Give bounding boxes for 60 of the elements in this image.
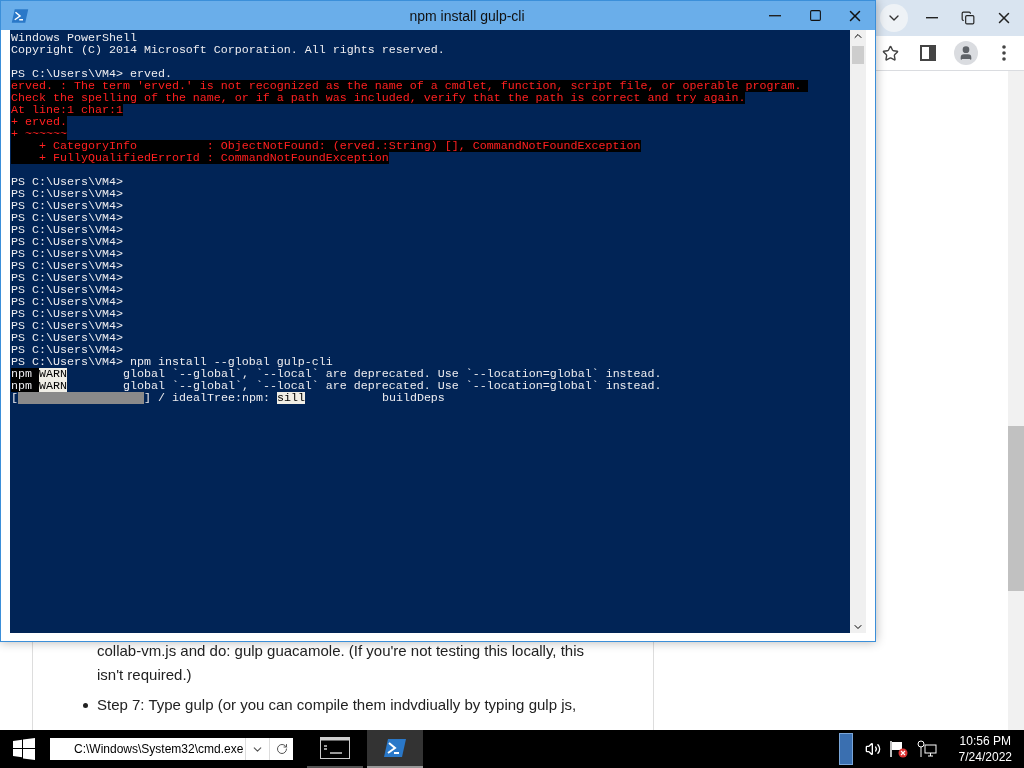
console-line: Windows PowerShell (11, 32, 137, 44)
console-line: PS C:\Users\VM4> (11, 296, 123, 308)
side-panel-icon (920, 45, 936, 61)
restore-icon (961, 11, 975, 25)
console-line: PS C:\Users\VM4> npm install --global gulp-cli (11, 356, 333, 368)
warn-tag: WARN (39, 368, 67, 380)
tray-button[interactable] (838, 733, 853, 765)
console-line: PS C:\Users\VM4> (11, 284, 123, 296)
minimize-icon (769, 14, 781, 17)
console-line: PS C:\Users\VM4> (11, 248, 123, 260)
npm-prefix: npm (11, 380, 39, 392)
person-icon (958, 45, 974, 61)
log-level-tag: sill (276, 392, 305, 404)
powershell-icon (383, 736, 407, 760)
console-line: PS C:\Users\VM4> (11, 344, 123, 356)
star-icon (881, 44, 899, 62)
taskbar-app-button[interactable] (367, 730, 423, 768)
console-line: PS C:\Users\VM4> (11, 272, 123, 284)
console-line: PS C:\Users\VM4> (11, 236, 123, 248)
clock-date: 7/24/2022 (958, 749, 1012, 765)
scroll-thumb[interactable] (852, 46, 864, 64)
console-line: PS C:\Users\VM4> (11, 200, 123, 212)
clock-time: 10:56 PM (959, 733, 1011, 749)
bullet-icon (83, 703, 88, 708)
console-line: PS C:\Users\VM4> (11, 320, 123, 332)
article-text: collab-vm.js and do: gulp guacamole. (If you're not testing this locally, this isn't required.) (97, 641, 585, 685)
maximize-icon (808, 9, 822, 22)
console-line: PS C:\Users\VM4> (11, 212, 123, 224)
progress-status: ] / idealTree:npm: (144, 392, 270, 404)
console-line: PS C:\Users\VM4> erved. (11, 68, 172, 80)
refresh-icon (275, 743, 288, 755)
console-line: PS C:\Users\VM4> (11, 260, 123, 272)
progress-detail: buildDeps (381, 392, 445, 404)
network-icon[interactable] (916, 740, 937, 758)
bracket-text: [ (11, 392, 18, 404)
warn-tag: WARN (39, 380, 67, 392)
terminal-icon (320, 737, 350, 759)
console-line: PS C:\Users\VM4> (11, 188, 123, 200)
tab-search-button[interactable] (880, 4, 908, 32)
console-line: PS C:\Users\VM4> (11, 224, 123, 236)
warning-message: global `--global`, `--local` are deprecated. Use `--location=global` instead. (123, 368, 662, 380)
profile-button[interactable] (952, 39, 980, 67)
console-scrollbar[interactable] (850, 30, 866, 633)
console-line: PS C:\Users\VM4> (11, 176, 123, 188)
article-text: Step 7: Type gulp (or you can compile them indvdiually by typing gulp js, (97, 695, 577, 715)
address-field[interactable]: C:\Windows\System32\cmd.exe (50, 738, 293, 760)
scroll-thumb[interactable] (1008, 426, 1024, 591)
menu-icon (1002, 45, 1006, 61)
flag-error-icon[interactable] (888, 740, 909, 758)
npm-prefix: npm (11, 368, 39, 380)
minimize-icon (926, 17, 938, 19)
console-line: Copyright (C) 2014 Microsoft Corporation. All rights reserved. (11, 44, 445, 56)
warning-message: global `--global`, `--local` are deprecated. Use `--location=global` instead. (123, 380, 662, 392)
console-line: PS C:\Users\VM4> (11, 332, 123, 344)
page-scrollbar[interactable] (1008, 71, 1024, 730)
powershell-icon (11, 6, 29, 25)
window-title: npm install gulp-cli (408, 7, 526, 24)
speaker-icon[interactable] (864, 741, 881, 757)
windows-logo-icon (13, 738, 35, 760)
console-line: PS C:\Users\VM4> (11, 308, 123, 320)
